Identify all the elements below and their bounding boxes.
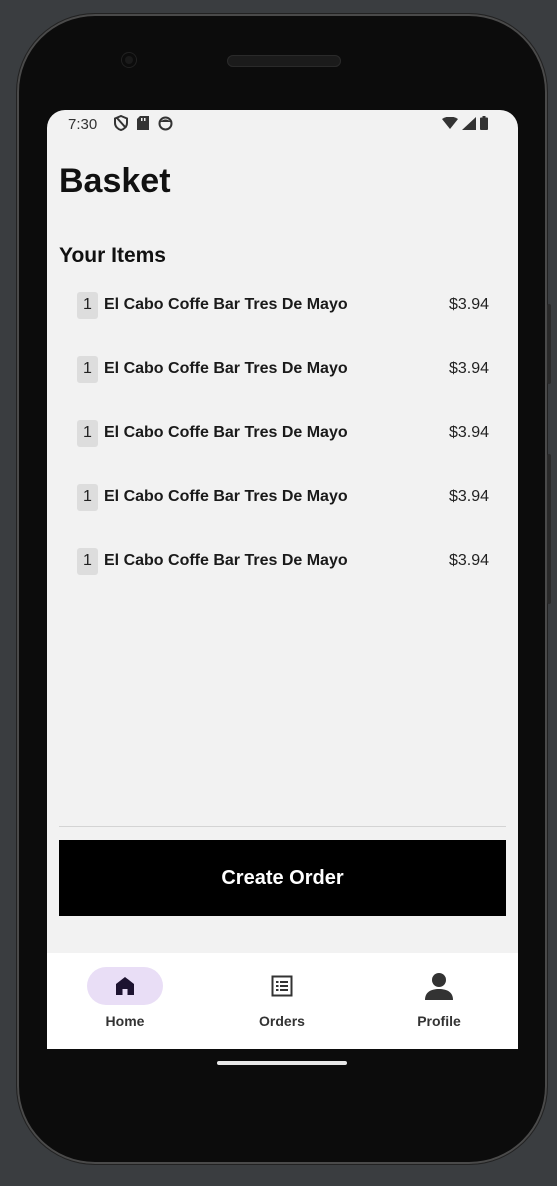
sd-card-icon <box>137 116 149 130</box>
power-button <box>547 304 551 384</box>
divider <box>59 826 506 827</box>
nav-label-orders: Orders <box>259 1013 305 1029</box>
profile-icon <box>425 973 453 1000</box>
nav-icon-container <box>244 967 320 1005</box>
item-price: $3.94 <box>448 552 489 569</box>
item-price: $3.94 <box>448 424 489 441</box>
quantity-badge: 1 <box>77 355 98 383</box>
item-price: $3.94 <box>448 360 489 377</box>
nav-item-home[interactable]: Home <box>65 967 185 1037</box>
item-name: El Cabo Coffe Bar Tres De Mayo <box>104 424 348 441</box>
wifi-icon <box>442 117 458 129</box>
item-price: $3.94 <box>448 488 489 505</box>
battery-icon <box>480 116 488 130</box>
status-system-icons <box>442 116 488 130</box>
home-gesture-bar[interactable] <box>217 1061 347 1065</box>
nav-item-profile[interactable]: Profile <box>379 967 499 1037</box>
orders-list-icon <box>271 975 293 997</box>
quantity-badge: 1 <box>77 483 98 511</box>
status-time: 7:30 <box>68 116 98 133</box>
bottom-navigation: Home Orders Profile <box>47 953 518 1049</box>
quantity-badge: 1 <box>77 419 98 447</box>
face-icon <box>158 116 173 130</box>
item-name: El Cabo Coffe Bar Tres De Mayo <box>104 360 348 377</box>
status-notification-icons <box>114 115 173 131</box>
basket-item[interactable]: 1 El Cabo Coffe Bar Tres De Mayo $3.94 <box>77 547 489 575</box>
nav-label-profile: Profile <box>417 1013 461 1029</box>
item-name: El Cabo Coffe Bar Tres De Mayo <box>104 552 348 569</box>
shield-icon <box>114 115 128 131</box>
status-bar: 7:30 <box>47 110 518 140</box>
item-name: El Cabo Coffe Bar Tres De Mayo <box>104 488 348 505</box>
page-title: Basket <box>59 162 171 200</box>
signal-icon <box>462 116 476 130</box>
item-name: El Cabo Coffe Bar Tres De Mayo <box>104 296 348 313</box>
nav-label-home: Home <box>105 1013 145 1029</box>
volume-button <box>547 454 551 604</box>
nav-active-indicator <box>87 967 163 1005</box>
earpiece-speaker <box>227 55 341 67</box>
item-price: $3.94 <box>448 296 489 313</box>
nav-item-orders[interactable]: Orders <box>222 967 342 1037</box>
nav-icon-container <box>401 967 477 1005</box>
basket-item[interactable]: 1 El Cabo Coffe Bar Tres De Mayo $3.94 <box>77 355 489 383</box>
section-title: Your Items <box>59 244 166 267</box>
quantity-badge: 1 <box>77 547 98 575</box>
front-camera <box>122 53 136 67</box>
quantity-badge: 1 <box>77 291 98 319</box>
basket-item[interactable]: 1 El Cabo Coffe Bar Tres De Mayo $3.94 <box>77 419 489 447</box>
app-screen: 7:30 Basket Your Items 1 El Cabo Coffe B… <box>47 110 518 1049</box>
basket-item[interactable]: 1 El Cabo Coffe Bar Tres De Mayo $3.94 <box>77 483 489 511</box>
basket-item[interactable]: 1 El Cabo Coffe Bar Tres De Mayo $3.94 <box>77 291 489 319</box>
home-icon <box>116 977 134 995</box>
create-order-button[interactable]: Create Order <box>59 840 506 916</box>
